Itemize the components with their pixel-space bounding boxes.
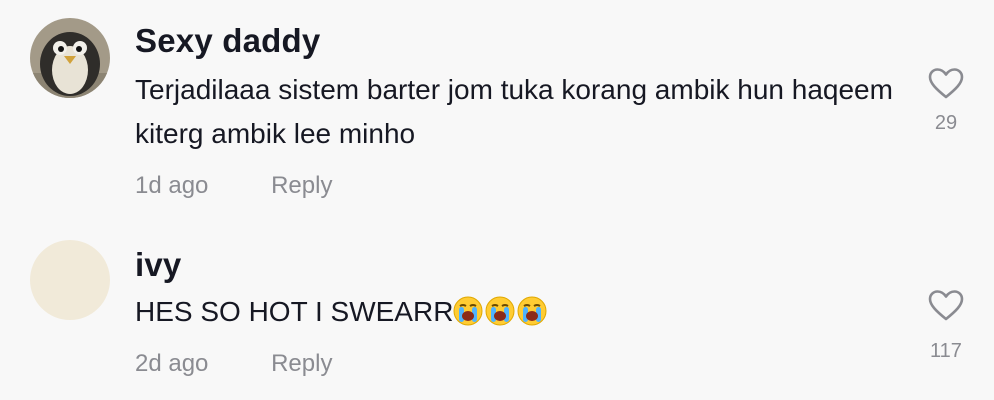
avatar[interactable] [30,240,110,320]
penguin-avatar-icon [30,18,110,98]
comment-text: Terjadilaaa sistem barter jom tuka koran… [135,74,893,149]
username[interactable]: ivy [135,246,181,284]
comment-item: ivy HES SO HOT I SWEARR 2d ago Reply 117 [0,220,994,400]
like-button[interactable]: 29 [926,68,966,135]
reply-button[interactable]: Reply [271,350,332,377]
loudly-crying-face-icon [517,296,547,326]
heart-icon [928,290,964,321]
like-button[interactable]: 117 [926,290,966,363]
reply-button[interactable]: Reply [271,172,332,199]
comment-meta: 1d ago Reply [135,172,332,200]
avatar[interactable] [30,18,110,98]
like-count: 117 [930,340,962,362]
like-count: 29 [934,112,958,134]
timestamp: 1d ago [135,172,209,199]
loudly-crying-face-icon [453,296,483,326]
comment-text: HES SO HOT I SWEARR [135,290,895,334]
comment-item: Sexy daddy Terjadilaaa sistem barter jom… [0,0,994,220]
username[interactable]: Sexy daddy [135,22,320,60]
heart-icon [928,68,964,99]
loudly-crying-face-icon [485,296,515,326]
comment-meta: 2d ago Reply [135,350,332,378]
timestamp: 2d ago [135,350,209,377]
comment-text-content: HES SO HOT I SWEARR [135,296,454,327]
blank-avatar-icon [30,240,110,320]
